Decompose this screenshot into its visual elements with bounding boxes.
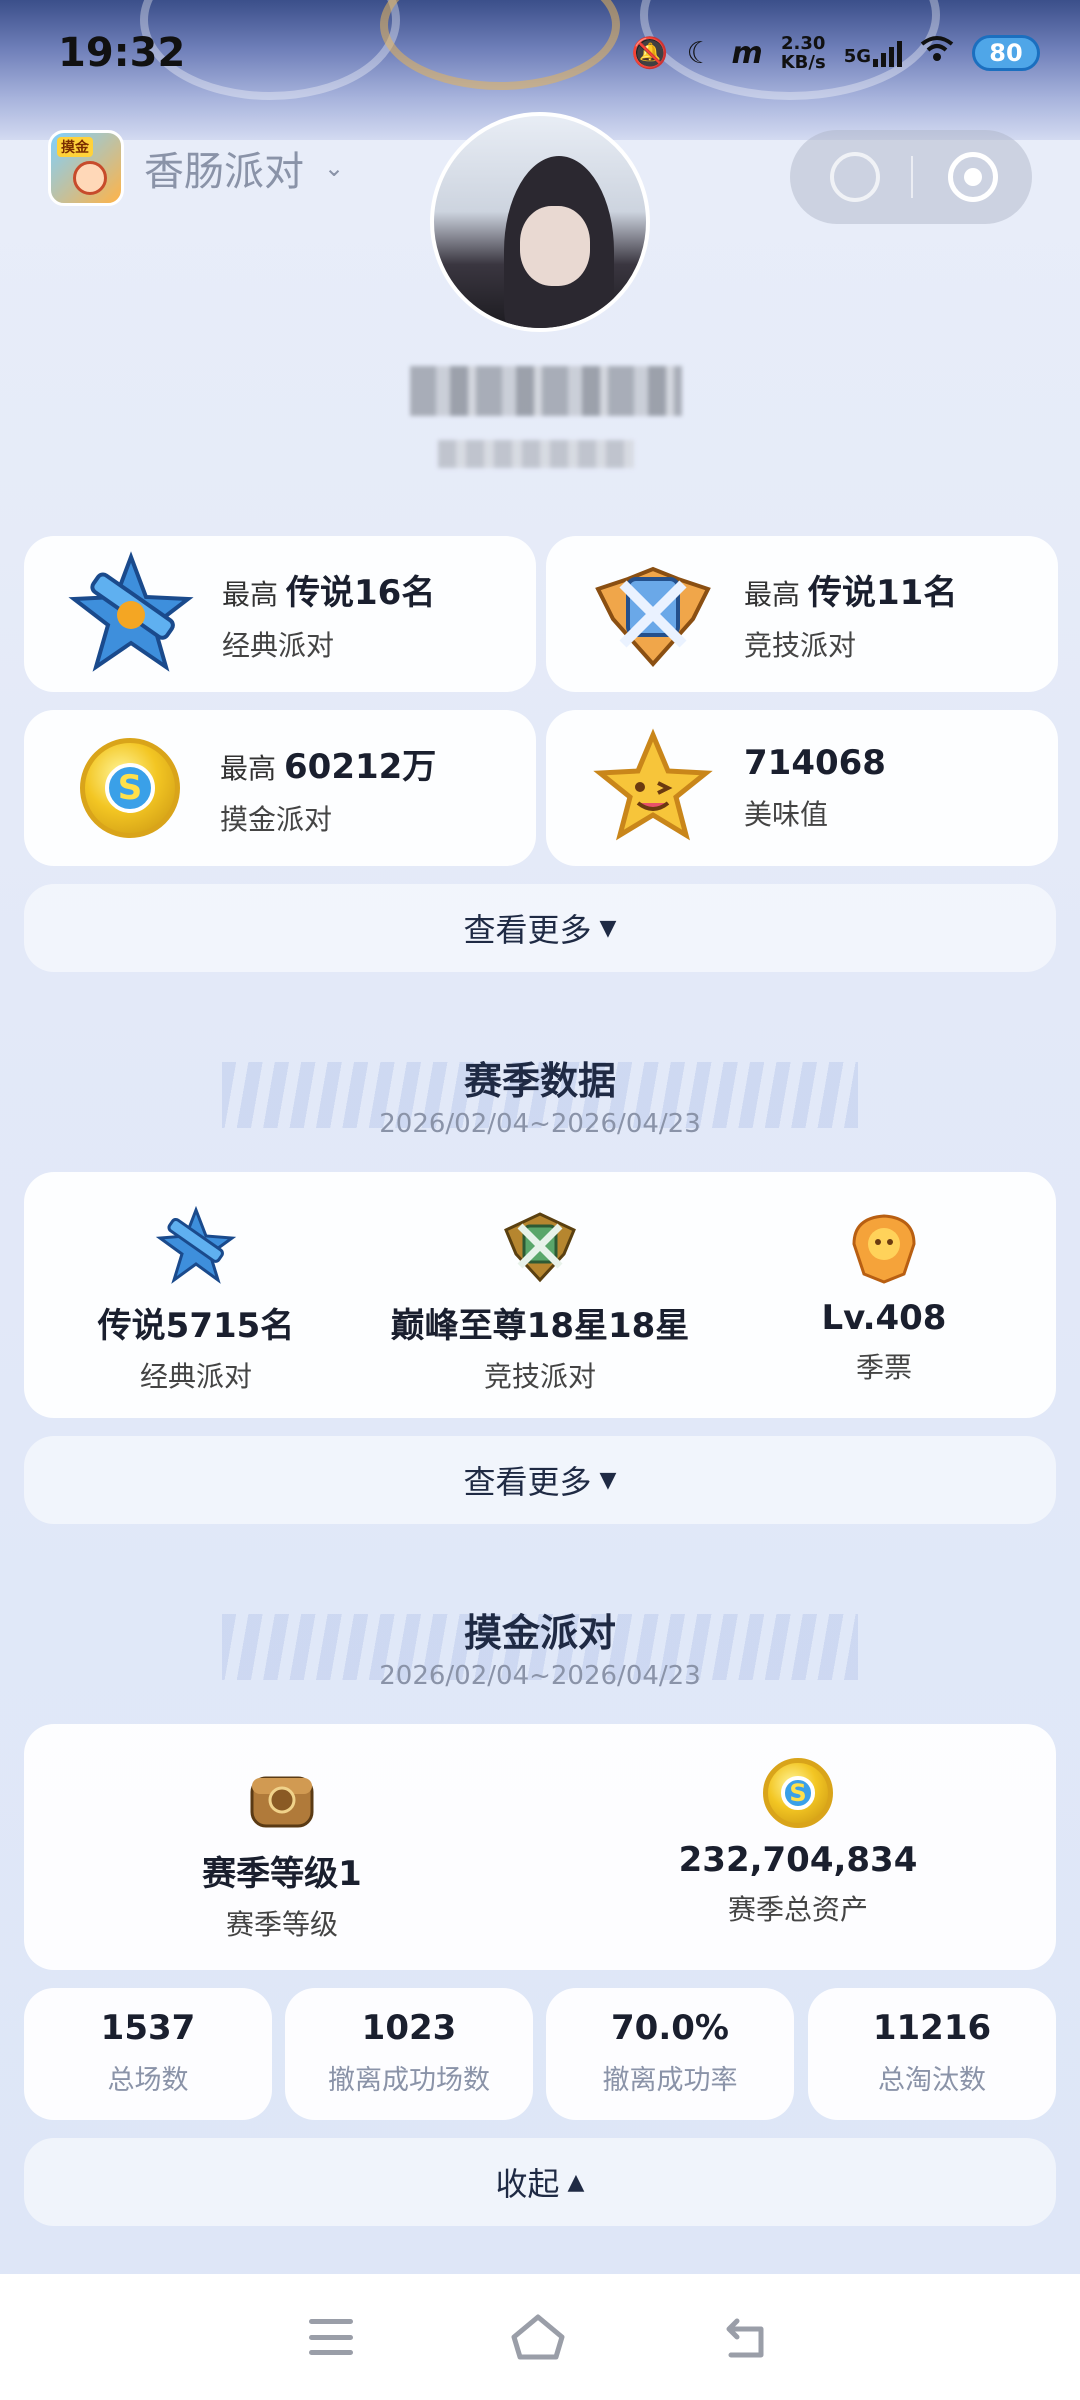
triangle-up-icon: ▲	[567, 2169, 585, 2195]
section-title: 摸金派对	[463, 1611, 616, 1655]
season-label: 竞技派对	[483, 1360, 596, 1393]
see-more-button[interactable]: 查看更多 ▼	[24, 1436, 1056, 1524]
status-time: 19:32	[58, 30, 186, 76]
triangle-down-icon: ▼	[599, 915, 617, 941]
game-selector[interactable]: 摸金 香肠派对 ⌄	[48, 130, 344, 206]
avatar[interactable]	[430, 112, 650, 332]
classic-rank-icon	[66, 549, 196, 679]
stat-extraction-rate[interactable]: 70.0% 撤离成功率	[546, 1988, 794, 2120]
mute-bell-icon: 🔕	[631, 35, 669, 71]
network-speed: 2.30 KB/s	[780, 33, 826, 73]
season-level-chest-icon	[244, 1758, 320, 1834]
stat-total-matches[interactable]: 1537 总场数	[24, 1988, 272, 2120]
summary-card-classic[interactable]: 最高 传说16名 经典派对	[24, 536, 536, 692]
season-pass-badge-icon	[842, 1204, 926, 1288]
game-name: 香肠派对	[144, 149, 304, 195]
season-label: 经典派对	[139, 1360, 252, 1393]
summary-card-competitive[interactable]: 最高 传说11名 竞技派对	[546, 536, 1058, 692]
battery-indicator: 80	[972, 35, 1040, 71]
stat-successful-extractions[interactable]: 1023 撤离成功场数	[285, 1988, 533, 2120]
summary-label: 美味值	[744, 798, 829, 831]
app-notification-icon: m	[731, 35, 763, 71]
gold-label: 赛季总资产	[727, 1893, 868, 1926]
gold-label: 赛季等级	[225, 1908, 338, 1941]
summary-label: 摸金派对	[220, 802, 333, 836]
menu-icon[interactable]	[308, 2319, 353, 2355]
stat-total-eliminations[interactable]: 11216 总淘汰数	[808, 1988, 1056, 2120]
triangle-down-icon: ▼	[599, 1467, 617, 1493]
star-face-icon	[588, 723, 718, 853]
season-stats-card: 传说5715名 经典派对 巅峰至尊18星18星 竞技派对 Lv.408 季票	[24, 1172, 1056, 1418]
wifi-icon	[920, 35, 954, 71]
season-item-classic[interactable]: 传说5715名 经典派对	[31, 1172, 361, 1395]
gold-coin-icon: S	[80, 738, 180, 838]
blurred-username	[410, 366, 682, 416]
game-app-icon: 摸金	[48, 130, 124, 206]
summary-card-tasty[interactable]: 714068 美味值	[546, 710, 1058, 866]
share-icon[interactable]	[830, 152, 880, 202]
summary-label: 竞技派对	[744, 628, 857, 662]
gold-party-section-header: 摸金派对 2026/02/04~2026/04/23	[0, 1602, 1080, 1691]
signal-icon	[873, 39, 902, 67]
section-title: 赛季数据	[463, 1059, 616, 1103]
season-item-pass[interactable]: Lv.408 季票	[719, 1172, 1049, 1386]
network-type: 5G	[843, 46, 871, 67]
close-target-icon[interactable]	[948, 152, 998, 202]
moon-icon: ☾	[686, 35, 714, 71]
see-more-button[interactable]: 查看更多 ▼	[24, 884, 1056, 972]
section-date-range: 2026/02/04~2026/04/23	[379, 1109, 701, 1139]
home-icon[interactable]	[510, 2313, 566, 2361]
season-value: Lv.408	[821, 1298, 947, 1338]
gold-value: 232,704,834	[678, 1840, 918, 1880]
collapse-button[interactable]: 收起 ▲	[24, 2138, 1056, 2226]
season-value: 传说5715名	[97, 1306, 295, 1346]
gold-item-season-level[interactable]: 赛季等级1 赛季等级	[24, 1724, 540, 1970]
chevron-down-icon: ⌄	[324, 154, 345, 182]
mini-program-capsule	[790, 130, 1032, 224]
season-value: 巅峰至尊18星18星	[390, 1306, 690, 1346]
classic-rank-icon	[154, 1204, 238, 1288]
section-date-range: 2026/02/04~2026/04/23	[379, 1661, 701, 1691]
summary-value: 714068	[744, 743, 886, 783]
summary-card-gold[interactable]: S 最高 60212万 摸金派对	[24, 710, 536, 866]
competitive-rank-icon	[588, 549, 718, 679]
season-label: 季票	[855, 1351, 912, 1384]
summary-value: 60212万	[284, 746, 437, 787]
competitive-rank-icon	[498, 1204, 582, 1288]
system-navigation-bar	[0, 2274, 1080, 2400]
gold-item-total-assets[interactable]: S 232,704,834 赛季总资产	[540, 1724, 1056, 1970]
blurred-user-id	[438, 440, 634, 468]
back-icon[interactable]	[723, 2315, 771, 2359]
summary-label: 经典派对	[222, 628, 335, 662]
gold-party-summary-card: 赛季等级1 赛季等级 S 232,704,834 赛季总资产	[24, 1724, 1056, 1970]
gold-value: 赛季等级1	[202, 1854, 362, 1894]
summary-value: 传说11名	[808, 572, 958, 613]
status-bar: 19:32 🔕 ☾ m 2.30 KB/s 5G 80	[0, 0, 1080, 112]
season-section-header: 赛季数据 2026/02/04~2026/04/23	[0, 1050, 1080, 1139]
summary-value: 传说16名	[286, 572, 436, 613]
gold-coin-icon: S	[763, 1758, 833, 1828]
season-item-competitive[interactable]: 巅峰至尊18星18星 竞技派对	[375, 1172, 705, 1395]
